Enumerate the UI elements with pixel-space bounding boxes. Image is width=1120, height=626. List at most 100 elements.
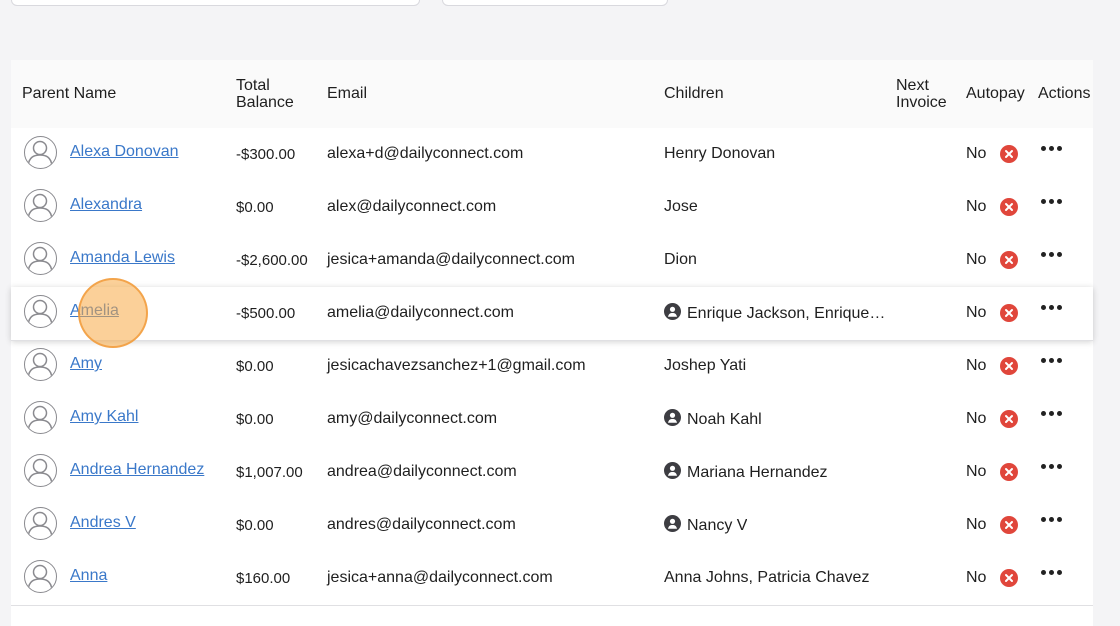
- parent-email: amelia@dailyconnect.com: [327, 304, 514, 321]
- parent-email: andrea@dailyconnect.com: [327, 463, 517, 480]
- header-next-invoice-line1: Next: [896, 77, 929, 94]
- children-names: Joshep Yati: [664, 357, 747, 374]
- children-cell: Henry Donovan: [664, 144, 775, 164]
- autopay-status: No: [966, 463, 987, 480]
- header-next-invoice-line2: Invoice: [896, 94, 947, 111]
- total-balance: -$500.00: [236, 305, 296, 322]
- header-next-invoice[interactable]: Next Invoice: [896, 77, 947, 111]
- children-cell: Joshep Yati: [664, 356, 746, 376]
- x-circle-icon: [1000, 516, 1018, 534]
- autopay-status: No: [966, 251, 987, 268]
- x-circle-icon: [1000, 357, 1018, 375]
- parent-name-link[interactable]: Amy Kahl: [70, 407, 138, 427]
- children-names: Henry Donovan: [664, 145, 776, 162]
- parent-name-link[interactable]: Alexandra: [70, 195, 142, 215]
- parent-email: alexa+d@dailyconnect.com: [327, 145, 524, 162]
- autopay-status: No: [966, 357, 987, 374]
- children-cell: Nancy V: [664, 515, 747, 536]
- user-avatar-icon: [24, 560, 57, 593]
- header-total-balance[interactable]: Total Balance: [236, 77, 294, 111]
- children-names: Enrique Jackson, Enrique…: [687, 305, 886, 322]
- children-cell: Anna Johns, Patricia Chavez: [664, 568, 869, 588]
- header-email[interactable]: Email: [327, 85, 367, 102]
- filter-field-left[interactable]: [11, 0, 420, 6]
- children-cell: Mariana Hernandez: [664, 462, 828, 483]
- autopay-status: No: [966, 304, 987, 321]
- table-row[interactable]: Amanda Lewis -$2,600.00 jesica+amanda@dail…: [11, 234, 1093, 288]
- children-names: Noah Kahl: [687, 411, 762, 428]
- parent-name-link[interactable]: Amelia: [70, 301, 119, 321]
- parent-email: andres@dailyconnect.com: [327, 516, 516, 533]
- more-dots-icon[interactable]: [1041, 460, 1063, 474]
- autopay-status: No: [966, 198, 987, 215]
- children-names: Mariana Hernandez: [687, 464, 828, 481]
- parent-email: jesica+anna@dailyconnect.com: [327, 569, 553, 586]
- user-avatar-icon: [24, 189, 57, 222]
- header-parent-name[interactable]: Parent Name: [22, 85, 116, 102]
- x-circle-icon: [1000, 251, 1018, 269]
- table-row[interactable]: Alexa Donovan -$300.00 alexa+d@dailyconnec…: [11, 128, 1093, 182]
- parent-email: jesica+amanda@dailyconnect.com: [327, 251, 575, 268]
- children-names: Dion: [664, 251, 697, 268]
- more-dots-icon[interactable]: [1041, 513, 1063, 527]
- user-avatar-icon: [24, 507, 57, 540]
- header-children[interactable]: Children: [664, 85, 724, 102]
- autopay-status: No: [966, 145, 987, 162]
- table-row[interactable]: Amy $0.00 jesicachavezsanchez+1@gmail.com J…: [11, 340, 1093, 394]
- filter-field-right[interactable]: [442, 0, 668, 6]
- x-circle-icon: [1000, 569, 1018, 587]
- total-balance: $0.00: [236, 358, 274, 375]
- child-badge-icon: [664, 515, 681, 532]
- total-balance: $160.00: [236, 570, 291, 587]
- header-total-balance-line2: Balance: [236, 94, 294, 111]
- right-gutter: [1103, 0, 1120, 626]
- x-circle-icon: [1000, 304, 1018, 322]
- child-badge-icon: [664, 303, 681, 320]
- parent-name-link[interactable]: Anna: [70, 566, 107, 586]
- children-cell: Enrique Jackson, Enrique…: [664, 303, 885, 324]
- parent-email: jesicachavezsanchez+1@gmail.com: [327, 357, 586, 374]
- more-dots-icon[interactable]: [1041, 354, 1063, 368]
- total-balance: $1,007.00: [236, 464, 303, 481]
- parent-name-link[interactable]: Andrea Hernandez: [70, 460, 204, 480]
- header-total-balance-line1: Total: [236, 77, 270, 94]
- parent-email: amy@dailyconnect.com: [327, 410, 498, 427]
- parent-name-link[interactable]: Andres V: [70, 513, 136, 533]
- table-row[interactable]: Amelia -$500.00 amelia@dailyconnect.com Enr…: [11, 287, 1093, 341]
- table-row[interactable]: Andrea Hernandez $1,007.00 andrea@dailycon…: [11, 446, 1093, 500]
- parent-name-link[interactable]: Amy: [70, 354, 102, 374]
- table-row[interactable]: Amy Kahl $0.00 amy@dailyconnect.com Noah Ka…: [11, 393, 1093, 447]
- autopay-status: No: [966, 569, 987, 586]
- more-dots-icon[interactable]: [1041, 195, 1063, 209]
- children-names: Anna Johns, Patricia Chavez: [664, 569, 870, 586]
- x-circle-icon: [1000, 145, 1018, 163]
- children-cell: Noah Kahl: [664, 409, 762, 430]
- header-autopay[interactable]: Autopay: [966, 85, 1025, 102]
- user-avatar-icon: [24, 348, 57, 381]
- child-badge-icon: [664, 462, 681, 479]
- parent-name-link[interactable]: Alexa Donovan: [70, 142, 179, 162]
- parents-table: Parent Name Total Balance Email Children…: [11, 60, 1093, 626]
- user-avatar-icon: [24, 454, 57, 487]
- table-header: Parent Name Total Balance Email Children…: [11, 60, 1093, 129]
- parent-name-link[interactable]: Amanda Lewis: [70, 248, 175, 268]
- parents-billing-page: Parent Name Total Balance Email Children…: [0, 0, 1120, 626]
- autopay-status: No: [966, 410, 987, 427]
- total-balance: $0.00: [236, 199, 274, 216]
- table-row[interactable]: Anna $160.00 jesica+anna@dailyconnect.com A…: [11, 552, 1093, 606]
- user-avatar-icon: [24, 295, 57, 328]
- user-avatar-icon: [24, 401, 57, 434]
- child-badge-icon: [664, 409, 681, 426]
- table-row[interactable]: Alexandra $0.00 alex@dailyconnect.com Jose N…: [11, 181, 1093, 235]
- header-actions: Actions: [1038, 85, 1091, 102]
- table-row[interactable]: Andres V $0.00 andres@dailyconnect.com Nanc…: [11, 499, 1093, 553]
- more-dots-icon[interactable]: [1041, 142, 1063, 156]
- x-circle-icon: [1000, 463, 1018, 481]
- more-dots-icon[interactable]: [1041, 301, 1063, 315]
- user-avatar-icon: [24, 136, 57, 169]
- total-balance: -$2,600.00: [236, 252, 308, 269]
- more-dots-icon[interactable]: [1041, 248, 1063, 262]
- user-avatar-icon: [24, 242, 57, 275]
- more-dots-icon[interactable]: [1041, 407, 1063, 421]
- more-dots-icon[interactable]: [1041, 566, 1063, 580]
